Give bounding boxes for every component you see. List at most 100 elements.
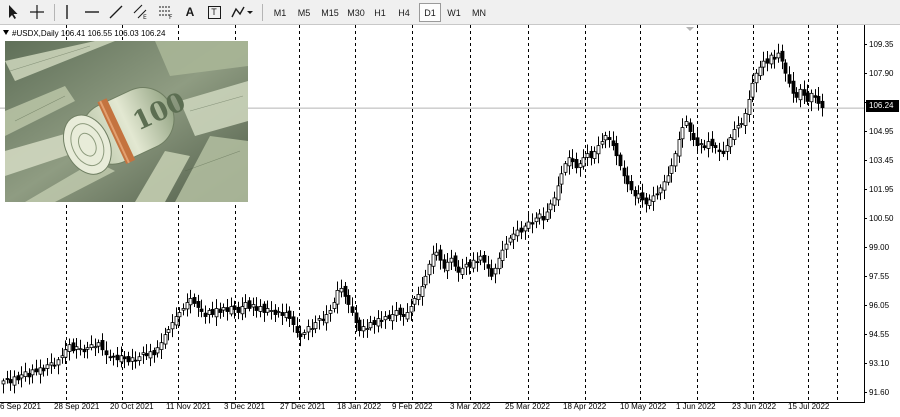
time-axis-label: 18 Apr 2022 xyxy=(563,402,607,411)
price-axis-label: 107.90 xyxy=(869,69,894,78)
timeframe-m1-button[interactable]: M1 xyxy=(269,3,291,22)
bullish-candle xyxy=(339,287,344,293)
fibonacci-retracement-icon[interactable]: F xyxy=(155,2,177,22)
bearish-candle xyxy=(41,367,46,372)
bearish-candle xyxy=(787,74,792,84)
bullish-candle xyxy=(511,233,516,241)
bearish-candle xyxy=(346,295,351,305)
trendline-icon[interactable] xyxy=(106,2,126,22)
bearish-candle xyxy=(813,95,818,98)
cursor-arrow-icon[interactable] xyxy=(3,2,23,22)
bullish-candle xyxy=(74,346,79,350)
crosshair-icon[interactable] xyxy=(26,2,48,22)
time-axis-label: 3 Mar 2022 xyxy=(450,402,491,411)
collapse-triangle-icon[interactable] xyxy=(3,30,9,35)
timeframe-m15-button[interactable]: M15 xyxy=(317,3,343,22)
bearish-candle xyxy=(791,80,796,94)
bullish-candle xyxy=(240,306,245,315)
timeframe-mn-button[interactable]: MN xyxy=(467,3,491,22)
bullish-candle xyxy=(332,302,337,309)
bearish-candle xyxy=(199,308,204,312)
bearish-candle xyxy=(152,349,157,356)
bearish-candle xyxy=(203,312,208,317)
time-axis-label: 23 Jun 2022 xyxy=(732,402,777,411)
bullish-candle xyxy=(750,82,755,98)
bullish-candle xyxy=(221,307,226,311)
bearish-candle xyxy=(8,379,13,384)
timeframe-d1-button[interactable]: D1 xyxy=(419,3,441,22)
price-axis-label: 99.00 xyxy=(869,243,890,252)
timeframe-m5-button[interactable]: M5 xyxy=(293,3,315,22)
bullish-candle xyxy=(60,355,65,359)
shapes-menu-icon[interactable] xyxy=(230,2,256,22)
bullish-candle xyxy=(600,141,605,145)
bullish-candle xyxy=(471,259,476,269)
bullish-candle xyxy=(603,135,608,141)
time-axis-label: 28 Sep 2021 xyxy=(54,402,100,411)
bullish-candle xyxy=(85,347,90,350)
bearish-candle xyxy=(629,181,634,191)
bearish-candle xyxy=(291,316,296,325)
bearish-candle xyxy=(357,319,362,332)
bullish-candle xyxy=(361,326,366,332)
timeframe-w1-button[interactable]: W1 xyxy=(443,3,465,22)
bullish-candle xyxy=(493,267,498,275)
bearish-candle xyxy=(486,264,491,269)
bearish-candle xyxy=(589,150,594,159)
bullish-candle xyxy=(45,364,50,369)
bullish-candle xyxy=(276,311,281,313)
bullish-candle xyxy=(306,326,311,333)
bullish-candle xyxy=(669,165,674,174)
bullish-candle xyxy=(119,355,124,363)
bearish-candle xyxy=(295,326,300,334)
bearish-candle xyxy=(379,319,384,322)
bullish-candle xyxy=(207,310,212,315)
bullish-candle xyxy=(23,371,28,377)
bearish-candle xyxy=(482,254,487,263)
time-axis-label: 25 Mar 2022 xyxy=(505,402,550,411)
bullish-candle xyxy=(699,143,704,146)
bullish-candle xyxy=(93,346,98,349)
bullish-candle xyxy=(383,316,388,321)
bullish-candle xyxy=(141,352,146,355)
time-axis-label: 3 Dec 2021 xyxy=(224,402,265,411)
text-icon[interactable]: A xyxy=(181,2,199,22)
bullish-candle xyxy=(526,221,531,229)
price-axis-label: 100.50 xyxy=(869,214,894,223)
bearish-candle xyxy=(633,190,638,197)
bearish-candle xyxy=(225,307,230,312)
price-axis-label: 93.10 xyxy=(869,359,890,368)
bullish-candle xyxy=(63,349,68,358)
bearish-candle xyxy=(519,227,524,233)
price-axis-label: 94.55 xyxy=(869,330,890,339)
bullish-candle xyxy=(78,348,83,351)
text-label-icon[interactable]: T xyxy=(205,2,223,22)
bullish-candle xyxy=(269,310,274,312)
bullish-candle xyxy=(545,211,550,220)
bearish-candle xyxy=(453,255,458,267)
bullish-candle xyxy=(434,251,439,256)
bullish-candle xyxy=(12,376,17,386)
bearish-candle xyxy=(321,318,326,321)
time-axis-label: 11 Nov 2021 xyxy=(166,402,211,411)
horizontal-line-icon[interactable] xyxy=(81,2,103,22)
timeframe-m30-button[interactable]: M30 xyxy=(343,3,369,22)
bullish-candle xyxy=(96,342,101,347)
bearish-candle xyxy=(489,268,494,277)
bullish-candle xyxy=(754,72,759,84)
bearish-candle xyxy=(401,314,406,317)
timeframe-h1-button[interactable]: H1 xyxy=(369,3,391,22)
bearish-candle xyxy=(802,89,807,96)
timeframe-h4-button[interactable]: H4 xyxy=(393,3,415,22)
bullish-candle xyxy=(170,322,175,330)
bullish-candle xyxy=(284,312,289,319)
bearish-candle xyxy=(717,149,722,153)
bearish-candle xyxy=(702,145,707,149)
equidistant-channel-icon[interactable]: E xyxy=(130,2,152,22)
vertical-line-icon[interactable] xyxy=(59,2,75,22)
bullish-candle xyxy=(416,294,421,300)
bullish-candle xyxy=(523,225,528,232)
bullish-candle xyxy=(423,275,428,286)
bearish-candle xyxy=(34,368,39,373)
toolbar-separator xyxy=(262,4,263,21)
